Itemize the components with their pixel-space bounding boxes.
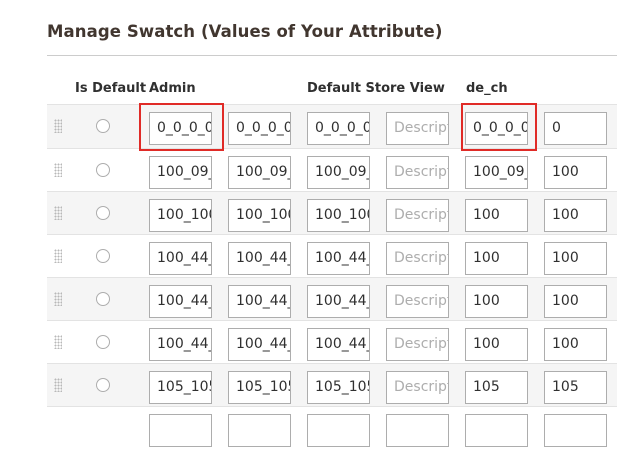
default-store-value-input[interactable]: 0_0_0_0 xyxy=(307,112,370,145)
admin-swatch-input[interactable] xyxy=(228,414,291,447)
de-ch-swatch-input[interactable]: 105 xyxy=(544,371,607,404)
de-ch-swatch-input[interactable]: 100 xyxy=(544,199,607,232)
de-ch-swatch-input[interactable]: 100 xyxy=(544,242,607,275)
table-row: 100_09_ 100_09_ 100_09_ Description 100_… xyxy=(47,148,617,192)
default-store-description-input[interactable]: Description xyxy=(386,199,449,232)
is-default-radio[interactable] xyxy=(96,335,110,349)
admin-value-input[interactable]: 0_0_0_0 xyxy=(149,112,212,145)
drag-handle-icon[interactable] xyxy=(54,249,62,263)
de-ch-value-input[interactable] xyxy=(465,414,528,447)
drag-handle-icon[interactable] xyxy=(54,206,62,220)
table-row: 100_44_ 100_44_ 100_44_ Description 100 … xyxy=(47,234,617,278)
admin-value-input[interactable]: 100_100 xyxy=(149,199,212,232)
is-default-radio[interactable] xyxy=(96,163,110,177)
admin-swatch-input[interactable]: 105_105 xyxy=(228,371,291,404)
default-store-value-input[interactable]: 100_44_ xyxy=(307,285,370,318)
admin-value-input[interactable]: 100_44_ xyxy=(149,285,212,318)
de-ch-swatch-input[interactable]: 100 xyxy=(544,156,607,189)
de-ch-swatch-input[interactable]: 100 xyxy=(544,328,607,361)
table-row: 100_100 100_100 100_100 Description 100 … xyxy=(47,191,617,235)
de-ch-value-input[interactable]: 100 xyxy=(465,285,528,318)
drag-handle-icon[interactable] xyxy=(54,378,62,392)
default-store-value-input[interactable]: 100_44_ xyxy=(307,328,370,361)
admin-value-input[interactable]: 105_105 xyxy=(149,371,212,404)
de-ch-value-input[interactable]: 100 xyxy=(465,199,528,232)
admin-swatch-input[interactable]: 100_44_ xyxy=(228,285,291,318)
default-store-description-input[interactable]: Description xyxy=(386,156,449,189)
de-ch-swatch-input[interactable]: 0 xyxy=(544,112,607,145)
default-store-value-input[interactable]: 100_44_ xyxy=(307,242,370,275)
default-store-description-input[interactable]: Description xyxy=(386,371,449,404)
de-ch-value-input[interactable]: 0_0_0_0 xyxy=(465,112,528,145)
col-header-admin: Admin xyxy=(149,81,196,96)
default-store-value-input[interactable]: 100_09_ xyxy=(307,156,370,189)
table-row: 100_44_ 100_44_ 100_44_ Description 100 … xyxy=(47,320,617,364)
table-row xyxy=(47,406,617,450)
admin-swatch-input[interactable]: 100_09_ xyxy=(228,156,291,189)
default-store-value-input[interactable]: 105_105 xyxy=(307,371,370,404)
col-header-is-default: Is Default xyxy=(75,81,147,96)
default-store-value-input[interactable]: 100_100 xyxy=(307,199,370,232)
default-store-description-input[interactable]: Description xyxy=(386,112,449,145)
table-row: 105_105 105_105 105_105 Description 105 … xyxy=(47,363,617,407)
is-default-radio[interactable] xyxy=(96,249,110,263)
drag-handle-icon[interactable] xyxy=(54,119,62,133)
de-ch-value-input[interactable]: 100 xyxy=(465,328,528,361)
is-default-radio[interactable] xyxy=(96,206,110,220)
admin-swatch-input[interactable]: 100_44_ xyxy=(228,328,291,361)
default-store-description-input[interactable]: Description xyxy=(386,328,449,361)
de-ch-swatch-input[interactable] xyxy=(544,414,607,447)
col-header-default-store-view: Default Store View xyxy=(307,81,445,96)
table-row: 0_0_0_0 0_0_0_0 0_0_0_0 Description 0_0_… xyxy=(47,104,617,148)
title-divider xyxy=(47,55,617,56)
admin-value-input[interactable] xyxy=(149,414,212,447)
de-ch-value-input[interactable]: 100_09_ xyxy=(465,156,528,189)
drag-handle-icon[interactable] xyxy=(54,292,62,306)
admin-swatch-input[interactable]: 0_0_0_0 xyxy=(228,112,291,145)
drag-handle-icon[interactable] xyxy=(54,163,62,177)
default-store-description-input[interactable] xyxy=(386,414,449,447)
admin-swatch-input[interactable]: 100_44_ xyxy=(228,242,291,275)
section-title: Manage Swatch (Values of Your Attribute) xyxy=(47,22,443,41)
drag-handle-icon[interactable] xyxy=(54,335,62,349)
de-ch-value-input[interactable]: 105 xyxy=(465,371,528,404)
table-row: 100_44_ 100_44_ 100_44_ Description 100 … xyxy=(47,277,617,321)
default-store-description-input[interactable]: Description xyxy=(386,285,449,318)
default-store-value-input[interactable] xyxy=(307,414,370,447)
admin-value-input[interactable]: 100_44_ xyxy=(149,328,212,361)
is-default-radio[interactable] xyxy=(96,292,110,306)
admin-value-input[interactable]: 100_44_ xyxy=(149,242,212,275)
de-ch-value-input[interactable]: 100 xyxy=(465,242,528,275)
is-default-radio[interactable] xyxy=(96,378,110,392)
admin-swatch-input[interactable]: 100_100 xyxy=(228,199,291,232)
col-header-de-ch: de_ch xyxy=(466,81,508,96)
is-default-radio[interactable] xyxy=(96,119,110,133)
default-store-description-input[interactable]: Description xyxy=(386,242,449,275)
de-ch-swatch-input[interactable]: 100 xyxy=(544,285,607,318)
admin-value-input[interactable]: 100_09_ xyxy=(149,156,212,189)
